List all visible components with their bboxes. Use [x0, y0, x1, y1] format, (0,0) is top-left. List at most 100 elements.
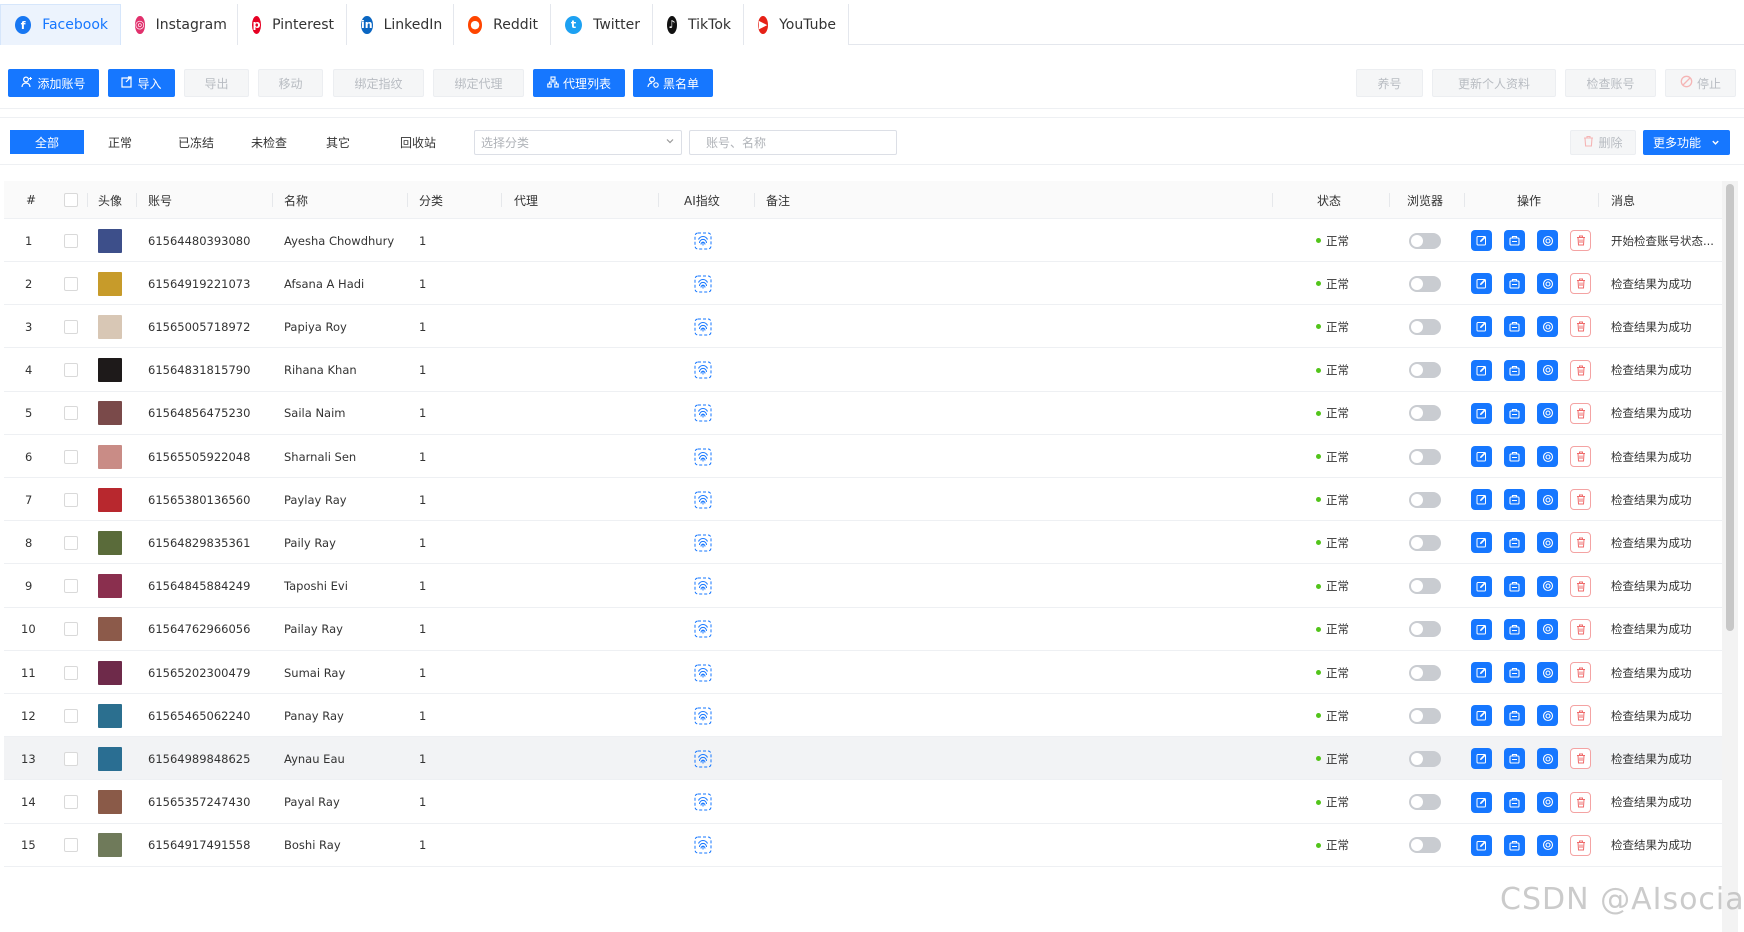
row-select[interactable] — [64, 694, 78, 737]
edit-button[interactable] — [1471, 532, 1492, 554]
fingerprint-cell[interactable] — [694, 608, 712, 651]
row-checkbox[interactable] — [64, 665, 78, 680]
filter-tab[interactable]: 未检查 — [237, 130, 301, 154]
delete-row-button[interactable] — [1570, 402, 1591, 424]
fingerprint-icon[interactable] — [694, 793, 712, 811]
browser-toggle-cell[interactable] — [1409, 305, 1441, 348]
row-checkbox[interactable] — [64, 708, 78, 723]
open-browser-button[interactable] — [1504, 359, 1525, 381]
category-select[interactable]: 选择分类 — [474, 130, 682, 155]
browser-toggle-cell[interactable] — [1409, 521, 1441, 564]
browser-toggle[interactable] — [1409, 448, 1441, 465]
scan-button[interactable] — [1537, 575, 1558, 597]
filter-tab[interactable]: 其它 — [303, 130, 373, 154]
fingerprint-icon[interactable] — [694, 836, 712, 854]
row-select[interactable] — [64, 435, 78, 478]
browser-toggle-cell[interactable] — [1409, 565, 1441, 608]
platform-tab-linkedin[interactable]: in LinkedIn — [347, 4, 454, 45]
open-browser-button[interactable] — [1504, 316, 1525, 338]
edit-button[interactable] — [1471, 230, 1492, 251]
fingerprint-cell[interactable] — [694, 305, 712, 348]
row-checkbox[interactable] — [64, 276, 78, 291]
scan-button[interactable] — [1537, 791, 1558, 813]
row-select[interactable] — [64, 521, 78, 564]
scan-button[interactable] — [1537, 230, 1558, 251]
edit-button[interactable] — [1471, 316, 1492, 338]
browser-toggle[interactable] — [1409, 750, 1441, 767]
delete-row-button[interactable] — [1570, 705, 1591, 727]
delete-row-button[interactable] — [1570, 748, 1591, 770]
platform-tab-reddit[interactable]: ● Reddit — [454, 4, 551, 45]
fingerprint-cell[interactable] — [694, 565, 712, 608]
row-select[interactable] — [64, 565, 78, 608]
row-checkbox[interactable] — [64, 838, 78, 853]
nurture-button[interactable]: 养号 — [1356, 69, 1423, 97]
edit-button[interactable] — [1471, 705, 1492, 727]
fingerprint-icon[interactable] — [694, 361, 712, 379]
scan-button[interactable] — [1537, 532, 1558, 554]
row-checkbox[interactable] — [64, 622, 78, 637]
open-browser-button[interactable] — [1504, 791, 1525, 813]
bind-fingerprint-button[interactable]: 绑定指纹 — [333, 69, 424, 97]
fingerprint-cell[interactable] — [694, 651, 712, 694]
edit-button[interactable] — [1471, 618, 1492, 640]
platform-tab-tiktok[interactable]: ♪ TikTok — [653, 4, 744, 45]
open-browser-button[interactable] — [1504, 705, 1525, 727]
scan-button[interactable] — [1537, 705, 1558, 727]
delete-row-button[interactable] — [1570, 575, 1591, 597]
row-select[interactable] — [64, 262, 78, 305]
browser-toggle-cell[interactable] — [1409, 262, 1441, 305]
platform-tab-twitter[interactable]: t Twitter — [551, 4, 653, 45]
export-button[interactable]: 导出 — [184, 69, 249, 97]
browser-toggle-cell[interactable] — [1409, 608, 1441, 651]
edit-button[interactable] — [1471, 273, 1492, 295]
browser-toggle[interactable] — [1409, 837, 1441, 854]
browser-toggle[interactable] — [1409, 707, 1441, 724]
browser-toggle[interactable] — [1409, 362, 1441, 379]
browser-toggle[interactable] — [1409, 405, 1441, 422]
row-select[interactable] — [64, 781, 78, 824]
scan-button[interactable] — [1537, 662, 1558, 683]
fingerprint-icon[interactable] — [694, 491, 712, 509]
row-select[interactable] — [64, 608, 78, 651]
scan-button[interactable] — [1537, 446, 1558, 467]
browser-toggle-cell[interactable] — [1409, 349, 1441, 392]
row-checkbox[interactable] — [64, 535, 78, 550]
fingerprint-cell[interactable] — [694, 435, 712, 478]
browser-toggle-cell[interactable] — [1409, 392, 1441, 435]
fingerprint-icon[interactable] — [694, 275, 712, 293]
select-all-checkbox[interactable] — [64, 193, 78, 207]
filter-tab[interactable]: 已冻结 — [158, 130, 234, 154]
platform-tab-facebook[interactable]: f Facebook — [0, 4, 121, 45]
row-select[interactable] — [64, 349, 78, 392]
scan-button[interactable] — [1537, 359, 1558, 381]
delete-row-button[interactable] — [1570, 359, 1591, 381]
row-checkbox[interactable] — [64, 449, 78, 464]
edit-button[interactable] — [1471, 791, 1492, 813]
browser-toggle-cell[interactable] — [1409, 737, 1441, 780]
fingerprint-icon[interactable] — [694, 404, 712, 422]
open-browser-button[interactable] — [1504, 662, 1525, 683]
bind-proxy-button[interactable]: 绑定代理 — [433, 69, 524, 97]
fingerprint-icon[interactable] — [694, 232, 712, 250]
delete-row-button[interactable] — [1570, 532, 1591, 554]
fingerprint-icon[interactable] — [694, 534, 712, 552]
scan-button[interactable] — [1537, 748, 1558, 770]
edit-button[interactable] — [1471, 489, 1492, 511]
row-checkbox[interactable] — [64, 406, 78, 421]
fingerprint-cell[interactable] — [694, 737, 712, 780]
fingerprint-cell[interactable] — [694, 262, 712, 305]
row-select[interactable] — [64, 651, 78, 694]
browser-toggle-cell[interactable] — [1409, 478, 1441, 521]
edit-button[interactable] — [1471, 359, 1492, 381]
scrollbar-thumb[interactable] — [1726, 184, 1734, 631]
browser-toggle[interactable] — [1409, 794, 1441, 811]
row-select[interactable] — [64, 737, 78, 780]
edit-button[interactable] — [1471, 748, 1492, 770]
delete-row-button[interactable] — [1570, 489, 1591, 511]
open-browser-button[interactable] — [1504, 446, 1525, 467]
update-profile-button[interactable]: 更新个人资料 — [1432, 69, 1556, 97]
fingerprint-icon[interactable] — [694, 318, 712, 336]
row-select[interactable] — [64, 824, 78, 867]
open-browser-button[interactable] — [1504, 273, 1525, 295]
